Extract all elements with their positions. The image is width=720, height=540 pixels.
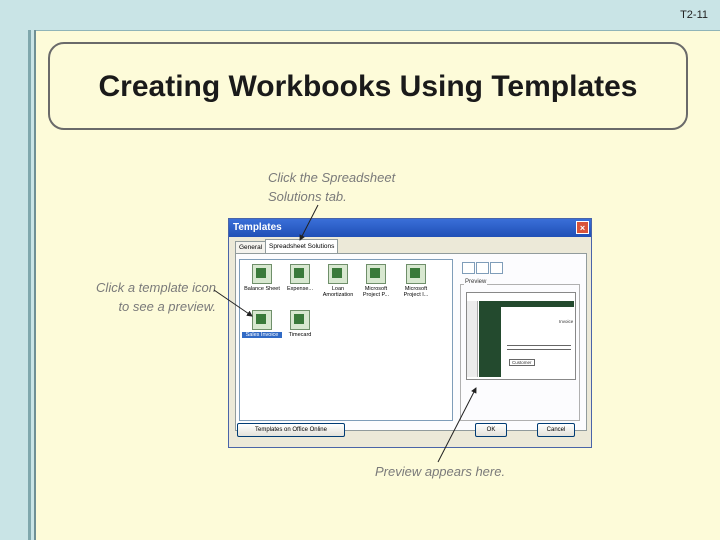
- arrow-to-preview: [437, 387, 477, 463]
- arrow-to-icon: [213, 289, 253, 317]
- callout-arrows: [213, 204, 477, 463]
- arrow-to-tab: [299, 204, 319, 241]
